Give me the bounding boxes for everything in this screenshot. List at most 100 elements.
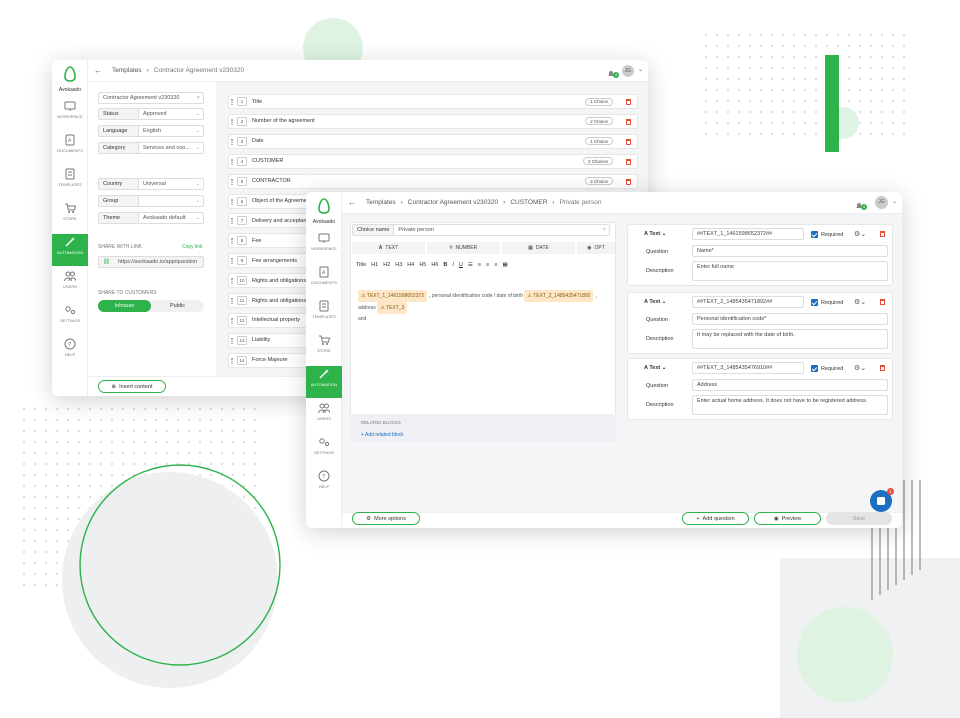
add-related-block-link[interactable]: + Add related block <box>361 432 404 438</box>
question-input[interactable]: Address <box>692 379 888 391</box>
sidebar-item-store[interactable]: Store <box>306 332 342 364</box>
breadcrumb-block[interactable]: CUSTOMER <box>510 199 547 206</box>
copy-link-button[interactable]: Copy link <box>182 244 203 250</box>
type-select[interactable]: A Text ⌄ <box>644 231 666 237</box>
chevron-down-icon[interactable]: ⌄ <box>638 66 643 73</box>
field-language[interactable]: Language English ⌄ <box>98 125 204 137</box>
question-id-input[interactable]: ##TEXT_3_1485435476910## <box>692 362 804 374</box>
toggle-public[interactable]: Public <box>151 300 204 312</box>
gear-icon[interactable]: ⚙⌄ <box>854 364 866 372</box>
variable-tag[interactable]: ⚠ TEXT_3 <box>377 302 408 314</box>
toolbar-title[interactable]: Title <box>356 262 366 268</box>
description-textarea[interactable]: It may be replaced with the date of birt… <box>692 329 888 349</box>
sidebar-item-templates[interactable]: Templates <box>306 298 342 330</box>
notification-bell-icon[interactable]: 4 <box>854 198 867 210</box>
gear-icon[interactable]: ⚙⌄ <box>854 298 866 306</box>
trash-icon[interactable] <box>626 158 631 165</box>
toolbar-h3[interactable]: H3 <box>395 262 402 268</box>
field-category[interactable]: Category Services and coo... ⌄ <box>98 142 204 154</box>
sidebar-item-templates[interactable]: Templates <box>52 166 88 198</box>
clear-icon[interactable]: × <box>197 95 203 101</box>
insert-number-button[interactable]: # NUMBER <box>427 242 500 254</box>
sidebar-item-workspace[interactable]: Workspace <box>306 230 342 262</box>
sidebar-item-users[interactable]: Users <box>306 400 342 432</box>
drag-handle-icon[interactable] <box>231 238 233 245</box>
choice-name-input[interactable]: Choice name Private person × <box>352 224 610 236</box>
required-checkbox[interactable]: Required <box>811 299 843 306</box>
drag-handle-icon[interactable] <box>231 118 233 125</box>
drag-handle-icon[interactable] <box>231 138 233 145</box>
align-left-icon[interactable]: ≡ <box>478 262 481 268</box>
preview-button[interactable]: ◉ Preview <box>754 512 821 525</box>
save-button[interactable]: Save <box>826 512 892 525</box>
drag-handle-icon[interactable] <box>231 198 233 205</box>
share-toggle[interactable]: Inhouse Public <box>98 300 204 312</box>
sidebar-item-automation[interactable]: Automation <box>306 366 342 398</box>
insert-options-button[interactable]: ◉ OPT <box>577 242 615 254</box>
trash-icon[interactable] <box>626 99 631 105</box>
drag-handle-icon[interactable] <box>231 337 233 344</box>
trash-icon[interactable] <box>880 365 885 371</box>
drag-handle-icon[interactable] <box>231 158 233 165</box>
toggle-inhouse[interactable]: Inhouse <box>98 300 151 312</box>
required-checkbox[interactable]: Required <box>811 365 843 372</box>
drag-handle-icon[interactable] <box>231 298 233 304</box>
drag-handle-icon[interactable] <box>231 258 233 265</box>
block-row[interactable]: 1 Title 1 Choice <box>228 94 638 109</box>
sidebar-item-help[interactable]: ? Help <box>52 336 88 368</box>
toolbar-h2[interactable]: H2 <box>383 262 390 268</box>
field-theme[interactable]: Theme Avokaado default ⌄ <box>98 212 204 224</box>
required-checkbox[interactable]: Required <box>811 231 843 238</box>
insert-text-button[interactable]: A TEXT <box>352 242 425 254</box>
breadcrumb-templates[interactable]: Templates <box>112 67 142 74</box>
block-row[interactable]: 4 CUSTOMER 2 Choices <box>228 153 638 169</box>
block-row[interactable]: 2 Number of the agreement 2 Choice <box>228 113 638 129</box>
back-arrow-icon[interactable]: ← <box>348 198 356 207</box>
share-url-field[interactable]: ⛓ https://avokaado.io/app/question <box>98 256 204 268</box>
avatar[interactable]: JG <box>622 65 634 77</box>
chat-button[interactable]: 1 <box>870 488 894 512</box>
chevron-down-icon[interactable]: ⌄ <box>892 198 897 205</box>
sidebar-item-documents[interactable]: A Documents <box>52 132 88 164</box>
template-name-input[interactable]: Contractor Agreement v230320 × <box>98 92 204 104</box>
toolbar-h4[interactable]: H4 <box>407 262 414 268</box>
field-group[interactable]: Group ⌄ <box>98 195 204 207</box>
more-options-button[interactable]: ⚙ More options <box>352 512 420 525</box>
clear-icon[interactable]: × <box>603 227 609 233</box>
toolbar-h1[interactable]: H1 <box>371 262 378 268</box>
trash-icon[interactable] <box>626 138 631 145</box>
trash-icon[interactable] <box>626 118 631 125</box>
drag-handle-icon[interactable] <box>231 357 233 364</box>
editor-content[interactable]: ⚠ TEXT_1_1461598652372, personal identif… <box>358 290 612 324</box>
gear-icon[interactable]: ⚙⌄ <box>854 230 866 238</box>
field-status[interactable]: Status Approved ⌄ <box>98 108 204 120</box>
field-country[interactable]: Country Universal ⌄ <box>98 178 204 190</box>
drag-handle-icon[interactable] <box>231 99 233 105</box>
align-right-icon[interactable]: ≡ <box>494 262 497 268</box>
sidebar-item-workspace[interactable]: Workspace <box>52 98 88 130</box>
drag-handle-icon[interactable] <box>231 178 233 185</box>
question-input[interactable]: Personal identification code* <box>692 313 888 325</box>
notification-bell-icon[interactable]: 4 <box>606 66 619 78</box>
drag-handle-icon[interactable] <box>231 317 233 324</box>
variable-tag[interactable]: ⚠ TEXT_2_1485435471892 <box>524 290 594 302</box>
sidebar-item-automation[interactable]: Automation <box>52 234 88 266</box>
table-icon[interactable]: ▦ <box>502 262 507 268</box>
description-textarea[interactable]: Enter full name <box>692 261 888 281</box>
type-select[interactable]: A Text ⌄ <box>644 365 666 371</box>
avatar[interactable]: JG <box>875 196 888 209</box>
toolbar-b[interactable]: B <box>443 262 447 268</box>
trash-icon[interactable] <box>880 231 885 237</box>
description-textarea[interactable]: Enter actual home address. It does not h… <box>692 395 888 415</box>
sidebar-item-documents[interactable]: A Documents <box>306 264 342 296</box>
question-id-input[interactable]: ##TEXT_2_1485435471892## <box>692 296 804 308</box>
trash-icon[interactable] <box>626 178 631 185</box>
toolbar-i[interactable]: I <box>452 262 454 268</box>
sidebar-item-users[interactable]: Users <box>52 268 88 300</box>
question-id-input[interactable]: ##TEXT_1_1461598652372## <box>692 228 804 240</box>
add-question-button[interactable]: + Add question <box>682 512 749 525</box>
toolbar-u[interactable]: U <box>459 262 463 268</box>
type-select[interactable]: A Text ⌄ <box>644 299 666 305</box>
question-input[interactable]: Name* <box>692 245 888 257</box>
align-center-icon[interactable]: ≡ <box>486 262 489 268</box>
